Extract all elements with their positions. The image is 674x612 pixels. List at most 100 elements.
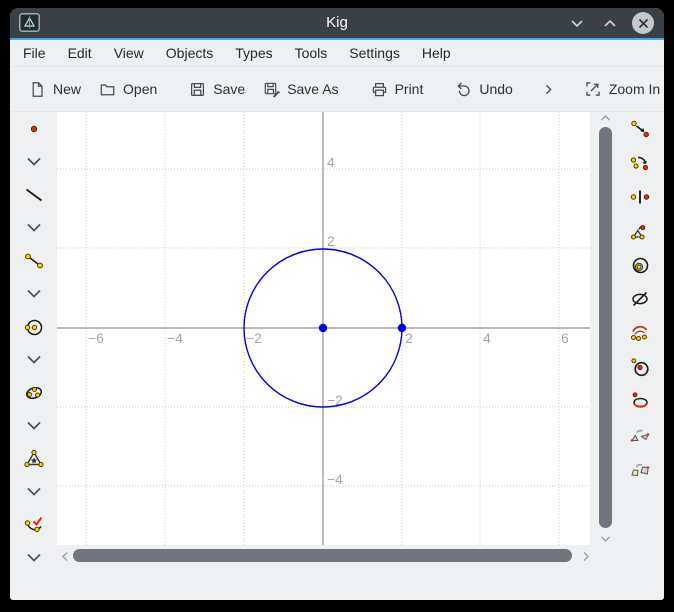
menu-objects[interactable]: Objects xyxy=(155,41,224,65)
floppy-disk-icon xyxy=(189,81,206,98)
polygon-icon xyxy=(23,448,45,470)
chevron-right-icon xyxy=(582,551,590,562)
chevron-left-icon xyxy=(61,551,69,562)
circle-tools-expander[interactable] xyxy=(14,343,54,376)
save-button[interactable]: Save xyxy=(180,75,254,104)
conic-tool-button[interactable] xyxy=(14,376,54,409)
zoom-in-button[interactable]: Zoom In xyxy=(575,74,664,104)
polygon-tools-expander[interactable] xyxy=(14,475,54,508)
segment-tool-button[interactable] xyxy=(14,244,54,277)
circle-point[interactable] xyxy=(398,324,406,332)
arc-tool-button[interactable] xyxy=(14,508,54,541)
chevron-up-icon xyxy=(603,19,617,28)
zoom-in-label: Zoom In xyxy=(609,81,660,97)
chevron-down-icon xyxy=(25,288,43,300)
hide-object-tool-button[interactable] xyxy=(620,282,660,316)
scroll-right-button[interactable] xyxy=(581,550,591,563)
arc-check-icon xyxy=(23,514,45,536)
undo-arrow-icon xyxy=(455,81,472,98)
new-button[interactable]: New xyxy=(20,75,90,104)
print-label: Print xyxy=(395,81,424,97)
save-as-label: Save As xyxy=(287,81,338,97)
circle-tool-button[interactable] xyxy=(14,310,54,343)
open-button[interactable]: Open xyxy=(90,75,166,104)
printer-icon xyxy=(371,81,388,98)
chevron-down-icon xyxy=(25,222,43,234)
vertical-scrollbar[interactable] xyxy=(594,112,616,545)
x-tick-label: 2 xyxy=(405,330,413,346)
center-point[interactable] xyxy=(319,324,327,332)
save-as-button[interactable]: Save As xyxy=(254,75,347,104)
segment-tools-expander[interactable] xyxy=(14,277,54,310)
scale-rotation-tool-button[interactable] xyxy=(620,214,660,248)
y-tick-label: 4 xyxy=(327,154,335,170)
line-tool-button[interactable] xyxy=(14,178,54,211)
horizontal-scroll-thumb[interactable] xyxy=(73,549,572,562)
x-tick-label: 6 xyxy=(561,330,569,346)
rotation-tool-button[interactable] xyxy=(620,146,660,180)
print-button[interactable]: Print xyxy=(362,75,433,104)
point-tool-button[interactable] xyxy=(14,112,54,145)
segment-icon xyxy=(23,250,45,272)
x-tick-label: −2 xyxy=(246,330,262,346)
line-icon xyxy=(23,184,45,206)
point-reflection-tool-button[interactable] xyxy=(620,180,660,214)
undo-button[interactable]: Undo xyxy=(446,75,521,104)
y-tick-label: 2 xyxy=(327,233,335,249)
conic-transform-tool-button[interactable] xyxy=(620,384,660,418)
menu-view[interactable]: View xyxy=(103,41,155,65)
chevron-up-icon xyxy=(600,114,611,122)
translation-tool-button[interactable] xyxy=(620,112,660,146)
open-label: Open xyxy=(123,81,157,97)
circle-icon xyxy=(23,316,45,338)
menu-file[interactable]: File xyxy=(12,41,57,65)
menu-settings[interactable]: Settings xyxy=(338,41,411,65)
arc-transform-icon xyxy=(629,322,651,344)
y-tick-label: −4 xyxy=(327,471,343,487)
menubar: File Edit View Objects Types Tools Setti… xyxy=(10,40,664,66)
circle-inversion-icon xyxy=(629,356,651,378)
close-x-icon xyxy=(638,18,649,29)
arc-transform-tool-button[interactable] xyxy=(620,316,660,350)
vertical-scroll-thumb[interactable] xyxy=(599,127,612,528)
right-tool-rail xyxy=(616,112,664,590)
scroll-down-button[interactable] xyxy=(599,534,612,544)
geometry-canvas[interactable]: −6 −4 −2 2 4 6 4 2 −2 −4 xyxy=(57,112,590,545)
titlebar[interactable]: Kig xyxy=(10,8,664,38)
chevron-right-icon xyxy=(541,82,556,97)
point-icon xyxy=(23,118,45,140)
chevron-down-icon xyxy=(25,486,43,498)
x-tick-label: −6 xyxy=(88,330,104,346)
arc-tools-expander[interactable] xyxy=(14,541,54,574)
undo-expand-button[interactable] xyxy=(532,76,565,103)
chevron-down-icon xyxy=(25,354,43,366)
menu-tools[interactable]: Tools xyxy=(284,41,339,65)
projectivity-tool-button[interactable] xyxy=(620,452,660,486)
similarity-tool-button[interactable] xyxy=(620,418,660,452)
minimize-button[interactable] xyxy=(566,12,588,34)
menu-help[interactable]: Help xyxy=(411,41,462,65)
circle-inversion-tool-button[interactable] xyxy=(620,350,660,384)
inversion-icon xyxy=(629,254,651,276)
scroll-up-button[interactable] xyxy=(599,113,612,123)
inversion-tool-button[interactable] xyxy=(620,248,660,282)
scroll-left-button[interactable] xyxy=(60,550,70,563)
canvas-area: −6 −4 −2 2 4 6 4 2 −2 −4 xyxy=(57,112,590,545)
polygon-tool-button[interactable] xyxy=(14,442,54,475)
line-tools-expander[interactable] xyxy=(14,211,54,244)
menu-edit[interactable]: Edit xyxy=(57,41,103,65)
floppy-disk-edit-icon xyxy=(263,81,280,98)
maximize-button[interactable] xyxy=(599,12,621,34)
point-tools-expander[interactable] xyxy=(14,145,54,178)
zoom-in-icon xyxy=(584,80,602,98)
chevron-down-icon xyxy=(570,19,584,28)
conic-tools-expander[interactable] xyxy=(14,409,54,442)
conic-transform-icon xyxy=(629,390,651,412)
close-button[interactable] xyxy=(632,12,654,34)
main-toolbar: New Open Save Save As Pri xyxy=(10,66,664,112)
chevron-down-icon xyxy=(25,552,43,564)
rotation-icon xyxy=(629,152,651,174)
menu-types[interactable]: Types xyxy=(224,41,283,65)
save-label: Save xyxy=(213,81,245,97)
horizontal-scrollbar[interactable] xyxy=(57,548,594,564)
